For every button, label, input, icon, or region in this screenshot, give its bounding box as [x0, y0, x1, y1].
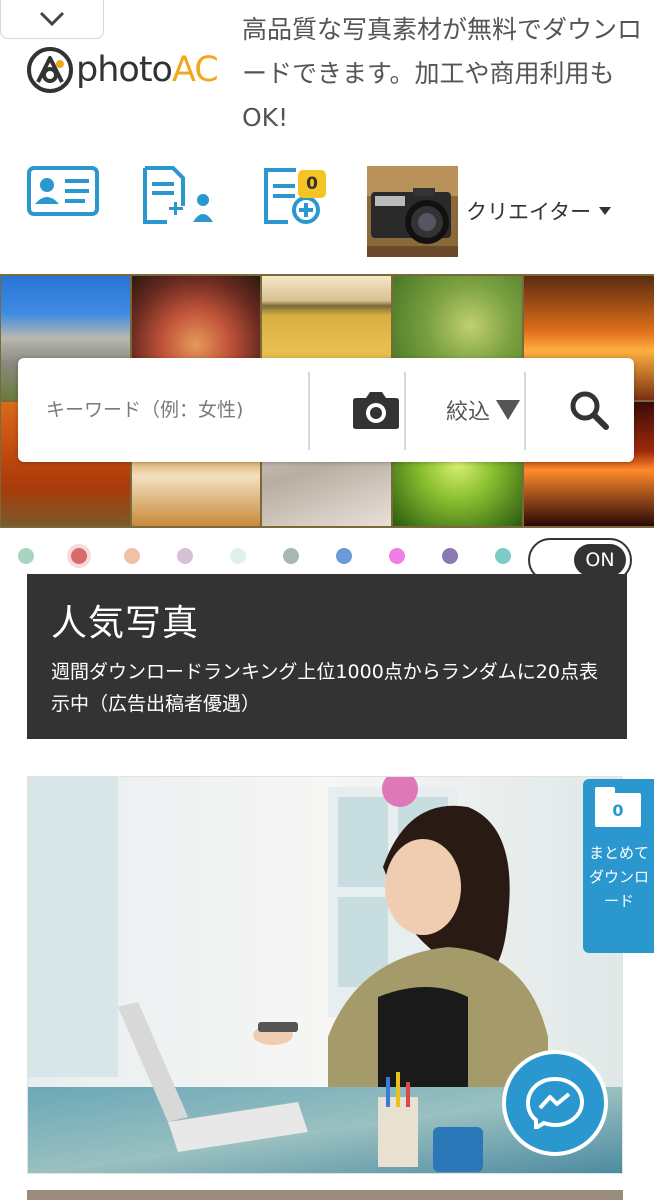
- popular-title: 人気写真: [51, 603, 200, 644]
- messenger-chat-button[interactable]: [502, 1050, 608, 1156]
- profile-card-button[interactable]: [27, 166, 99, 226]
- caret-down-icon: [599, 207, 612, 215]
- logo-ac-text: AC: [171, 50, 219, 90]
- color-dot[interactable]: [177, 548, 193, 564]
- color-dot[interactable]: [442, 548, 458, 564]
- avatar[interactable]: [367, 166, 458, 257]
- next-photo-preview[interactable]: [27, 1190, 623, 1200]
- profile-card-icon: [27, 166, 99, 216]
- popular-photos-panel: 人気写真 週間ダウンロードランキング上位1000点からランダムに20点表示中（広…: [27, 574, 627, 739]
- search-bar: 絞込: [18, 358, 634, 462]
- logo-text: photoAC: [76, 50, 219, 90]
- filter-triangle-icon: [496, 400, 520, 420]
- invite-user-icon: [143, 166, 213, 224]
- filter-label: 絞込: [445, 400, 490, 425]
- camera-icon: [353, 392, 399, 429]
- divider: [524, 372, 526, 450]
- color-dot[interactable]: [336, 548, 352, 564]
- image-search-button[interactable]: [330, 358, 422, 462]
- color-dot[interactable]: [18, 548, 34, 564]
- divider: [404, 372, 406, 450]
- search-button[interactable]: [544, 358, 634, 462]
- camera-photo-avatar: [367, 166, 458, 257]
- popular-description: 週間ダウンロードランキング上位1000点からランダムに20点表示中（広告出稿者優…: [51, 661, 598, 715]
- notification-badge: 0: [298, 170, 326, 198]
- collapse-header-button[interactable]: [0, 0, 104, 39]
- invite-user-button[interactable]: [141, 166, 215, 226]
- color-dot[interactable]: [124, 548, 140, 564]
- creator-label: クリエイター: [466, 200, 592, 224]
- site-tagline: 高品質な写真素材が無料でダウンロードできます。加工や商用利用もOK!: [242, 15, 643, 132]
- toggle-knob: ON: [574, 544, 626, 576]
- color-dot[interactable]: [71, 548, 87, 564]
- logo-photo-text: photo: [76, 50, 173, 90]
- color-dot[interactable]: [230, 548, 246, 564]
- messenger-icon: [526, 1077, 584, 1129]
- creator-menu[interactable]: クリエイター: [466, 196, 612, 226]
- photoac-logo-icon: [27, 47, 73, 93]
- bulk-download-label: まとめてダウンロード: [589, 844, 650, 910]
- color-dot[interactable]: [283, 548, 299, 564]
- chevron-down-icon: [39, 11, 65, 27]
- search-input[interactable]: [18, 358, 308, 462]
- site-logo[interactable]: photoAC: [26, 46, 219, 94]
- divider: [308, 372, 310, 450]
- bulk-download-tab[interactable]: 0 まとめてダウンロード: [583, 779, 654, 953]
- color-dot[interactable]: [389, 548, 405, 564]
- search-icon: [570, 391, 609, 430]
- bulk-download-count: 0: [595, 787, 641, 827]
- color-dot[interactable]: [495, 548, 511, 564]
